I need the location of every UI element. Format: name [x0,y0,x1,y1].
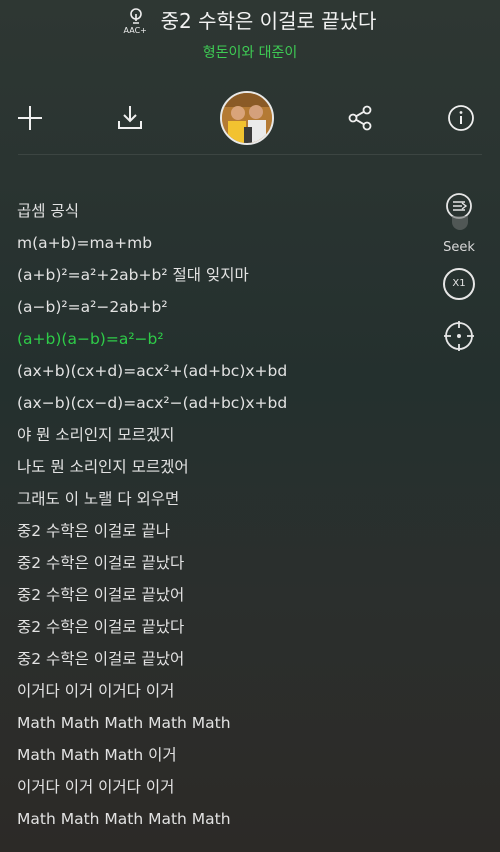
aac-quality-icon [129,7,142,24]
lyric-line: 야 뭔 소리인지 모르겠지 [17,426,175,444]
seek-handle[interactable] [452,216,468,230]
lyric-line: m(a+b)=ma+mb [17,234,153,252]
lyrics-panel[interactable]: 곱셈 공식 m(a+b)=ma+mb (a+b)²=a²+2ab+b² 절대 잊… [17,197,437,837]
artist-name[interactable]: 형돈이와 대준이 [0,42,500,62]
lyric-line: (a−b)²=a²−2ab+b² [17,298,168,316]
crosshair-icon [444,321,474,351]
lyric-line: 중2 수학은 이걸로 끝났어 [17,650,185,668]
avatar[interactable] [220,91,274,145]
lyric-line: (ax−b)(cx−d)=acx²−(ad+bc)x+bd [17,394,288,412]
playback-speed-button[interactable]: X1 [443,268,475,300]
aac-label: AAC+ [123,25,147,35]
lyric-line: Math Math Math 이거 [17,746,177,764]
plus-icon [18,106,42,130]
now-playing-header: AAC+ 중2 수학은 이걸로 끝났다 형돈이와 대준이 [0,0,500,70]
lyric-line: 나도 뭔 소리인지 모르겠어 [17,458,189,476]
lyric-line: 중2 수학은 이걸로 끝나 [17,522,170,540]
info-button[interactable] [443,100,479,136]
lyric-line-active: (a+b)(a−b)=a²−b² [17,330,164,348]
share-button[interactable] [342,100,378,136]
share-icon [348,105,372,131]
toolbar [0,82,500,154]
lyric-line: Math Math Math Math Math [17,810,231,828]
lyric-line: Math Math Math Math Math [17,714,231,732]
artist-photo [222,93,272,143]
lyric-line: 그래도 이 노랠 다 외우면 [17,490,180,508]
download-button[interactable] [112,100,148,136]
download-icon [118,106,142,129]
add-button[interactable] [12,100,48,136]
lyric-line: 중2 수학은 이걸로 끝났어 [17,586,185,604]
song-title: 중2 수학은 이걸로 끝났다 [160,9,377,33]
lyric-line: 이거다 이거 이거다 이거 [17,778,175,796]
lyric-line: (a+b)²=a²+2ab+b² 절대 잊지마 [17,266,249,284]
lyric-line: 중2 수학은 이걸로 끝났다 [17,554,185,572]
toolbar-divider [18,154,482,155]
lyric-line: 중2 수학은 이걸로 끝났다 [17,618,185,636]
aac-badge: AAC+ [123,7,148,35]
lyric-line: 곱셈 공식 [17,202,79,220]
lyric-line: (ax+b)(cx+d)=acx²+(ad+bc)x+bd [17,362,288,380]
sync-button[interactable] [442,319,476,353]
seek-label: Seek [443,240,475,255]
info-icon [448,105,474,131]
lyric-line: 이거다 이거 이거다 이거 [17,682,175,700]
title-row: AAC+ 중2 수학은 이걸로 끝났다 [0,5,500,35]
